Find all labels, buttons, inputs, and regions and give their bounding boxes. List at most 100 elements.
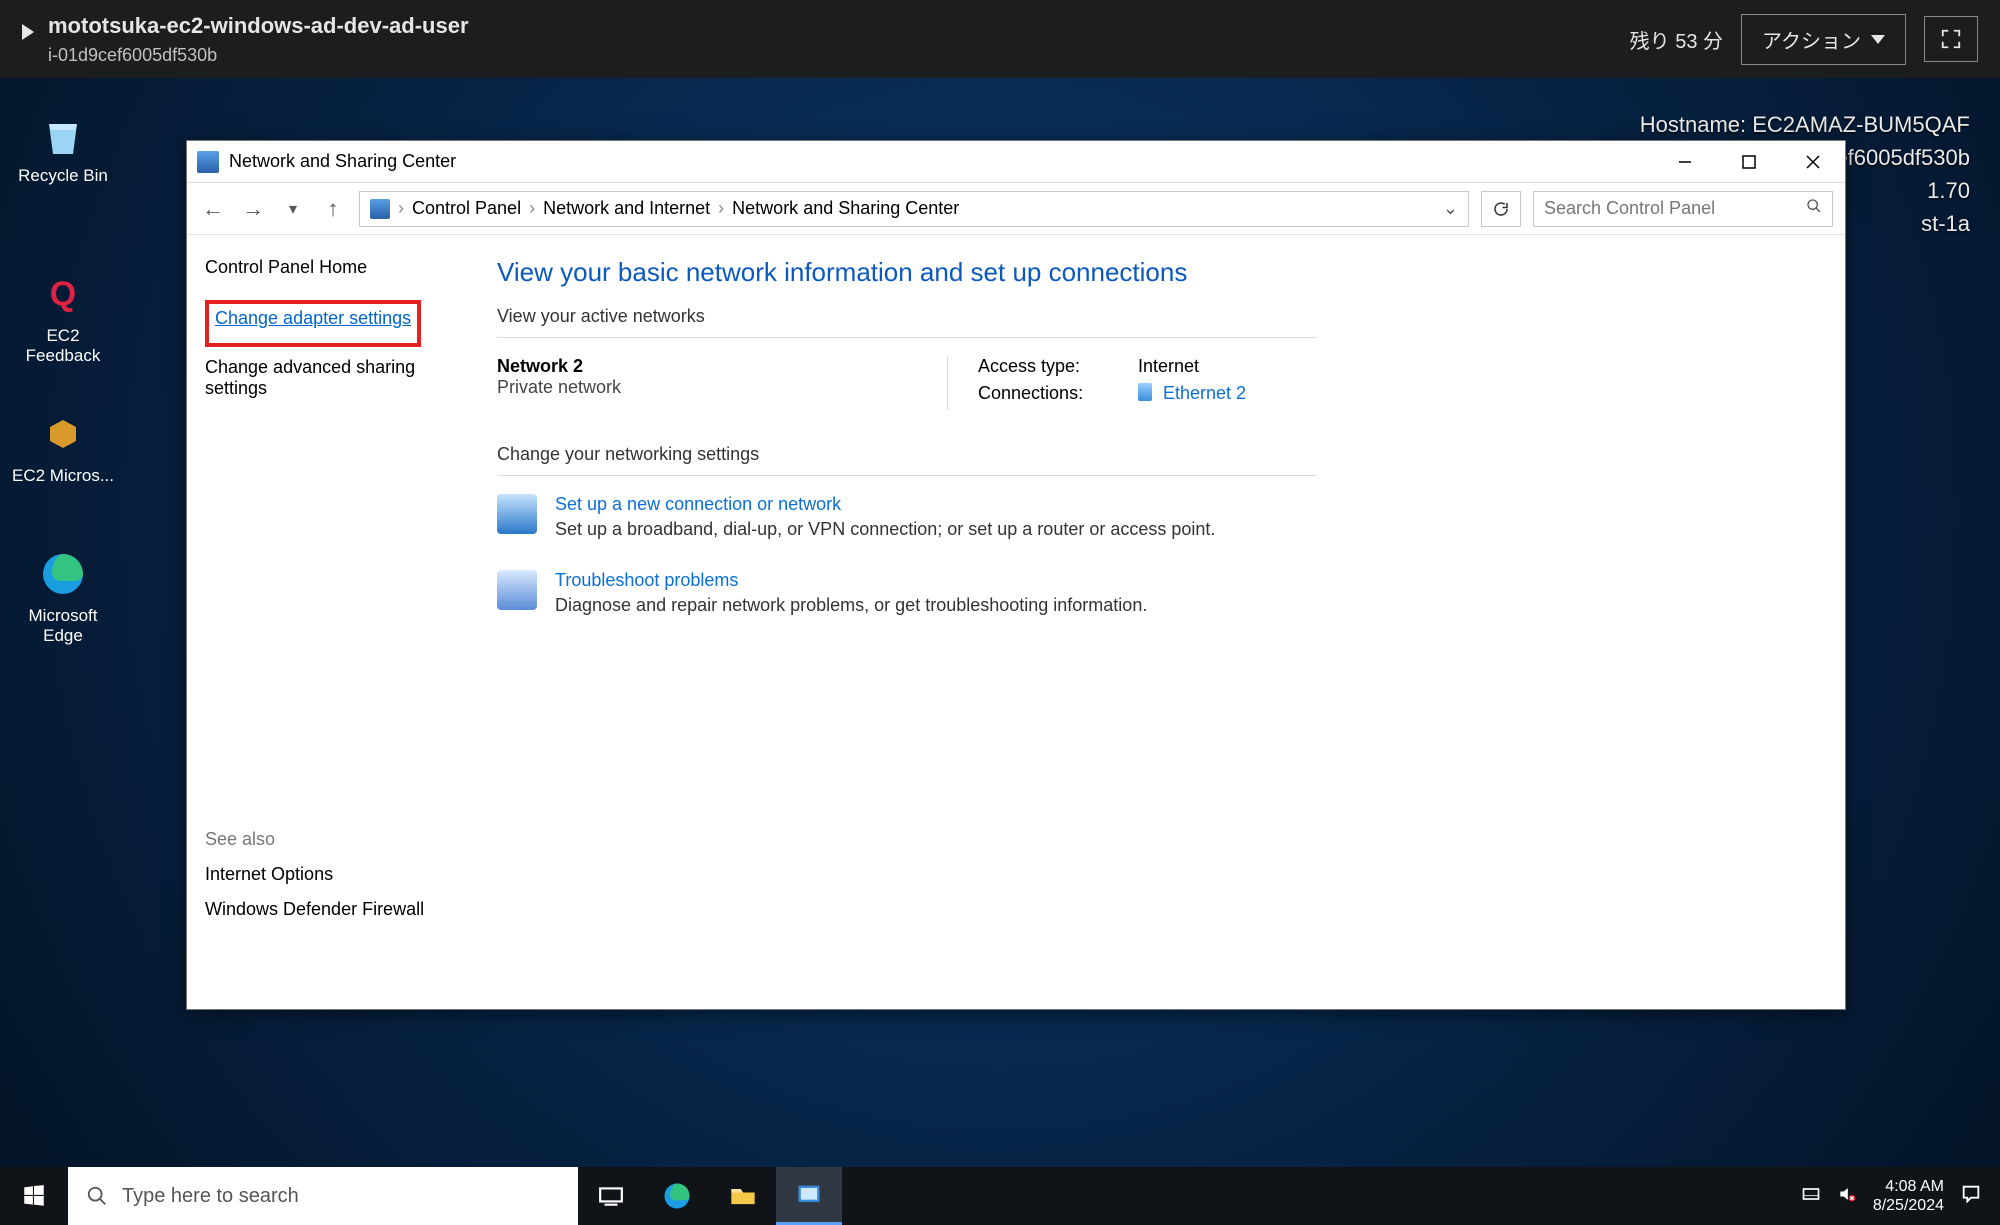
search-icon	[86, 1185, 108, 1207]
desktop-icon-label: EC2 Micros...	[8, 466, 118, 486]
search-input[interactable]: Search Control Panel	[1533, 191, 1833, 227]
active-networks-label: View your active networks	[497, 306, 1815, 327]
breadcrumb-network-internet[interactable]: Network and Internet	[543, 198, 710, 219]
breadcrumb-control-panel[interactable]: Control Panel	[412, 198, 521, 219]
desktop[interactable]: Hostname: EC2AMAZ-BUM5QAF Instance ID: i…	[0, 78, 2000, 1167]
network-name: Network 2	[497, 356, 887, 377]
tray-volume-icon[interactable]	[1837, 1184, 1857, 1209]
taskbar-control-panel[interactable]	[776, 1167, 842, 1225]
desktop-icon-label: Recycle Bin	[8, 166, 118, 186]
host-hostname: Hostname: EC2AMAZ-BUM5QAF	[1640, 108, 1970, 141]
desktop-icon-recycle-bin[interactable]: Recycle Bin	[8, 108, 118, 186]
taskbar-tray: 4:08 AM 8/25/2024	[1801, 1177, 2000, 1215]
connections-label: Connections:	[978, 383, 1118, 404]
taskbar-file-explorer[interactable]	[710, 1167, 776, 1225]
fullscreen-button[interactable]	[1924, 16, 1978, 62]
see-also-header: See also	[205, 829, 449, 850]
breadcrumb-separator-icon: ›	[529, 198, 535, 219]
q-icon: Q	[37, 268, 89, 320]
control-panel-icon	[795, 1181, 823, 1209]
task-view-button[interactable]	[578, 1167, 644, 1225]
sidebar-control-panel-home[interactable]: Control Panel Home	[205, 257, 449, 278]
network-sharing-center-window: Network and Sharing Center ← → ▾ ↑ ›	[186, 140, 1846, 1010]
desktop-icon-ec2-microsoft[interactable]: EC2 Micros...	[8, 408, 118, 486]
nav-recent-button[interactable]: ▾	[279, 199, 307, 219]
taskbar-time: 4:08 AM	[1873, 1177, 1944, 1196]
control-panel-icon	[370, 199, 390, 219]
option-description: Set up a broadband, dial-up, or VPN conn…	[555, 519, 1215, 540]
actions-button[interactable]: アクション	[1741, 14, 1906, 65]
divider	[497, 337, 1317, 338]
sidebar-change-adapter-settings[interactable]: Change adapter settings	[215, 308, 411, 329]
page-heading: View your basic network information and …	[497, 257, 1815, 288]
taskbar-pinned	[578, 1167, 842, 1225]
nav-forward-button[interactable]: →	[239, 196, 267, 222]
taskbar-date: 8/25/2024	[1873, 1196, 1944, 1215]
fullscreen-icon	[1940, 28, 1962, 50]
desktop-icon-label: EC2 Feedback	[8, 326, 118, 366]
close-icon	[1806, 155, 1820, 169]
sidebar: Control Panel Home Change adapter settin…	[187, 235, 467, 1009]
active-network-row: Network 2 Private network Access type: I…	[497, 356, 1815, 410]
highlight-box: Change adapter settings	[205, 300, 421, 347]
edge-icon	[662, 1181, 692, 1211]
maximize-icon	[1742, 155, 1756, 169]
nav-back-button[interactable]: ←	[199, 196, 227, 222]
address-dropdown-button[interactable]: ⌄	[1443, 198, 1458, 219]
session-title: mototsuka-ec2-windows-ad-dev-ad-user	[48, 12, 469, 41]
connection-wizard-icon	[497, 494, 537, 534]
desktop-icon-edge[interactable]: Microsoft Edge	[8, 548, 118, 646]
session-instance-id: i-01d9cef6005df530b	[48, 45, 469, 66]
session-timer: 残り 53 分	[1630, 25, 1723, 54]
breadcrumb-separator-icon: ›	[398, 198, 404, 219]
refresh-button[interactable]	[1481, 191, 1521, 227]
network-type: Private network	[497, 377, 621, 397]
edge-icon	[37, 548, 89, 600]
control-panel-icon	[197, 151, 219, 173]
recycle-bin-icon	[37, 108, 89, 160]
taskbar-search[interactable]: Type here to search	[68, 1167, 578, 1225]
nav-up-button[interactable]: ↑	[319, 196, 347, 222]
option-troubleshoot[interactable]: Troubleshoot problems Diagnose and repai…	[497, 570, 1815, 616]
folder-icon	[729, 1182, 757, 1210]
box-icon	[37, 408, 89, 460]
option-setup-connection[interactable]: Set up a new connection or network Set u…	[497, 494, 1815, 540]
start-button[interactable]	[0, 1167, 68, 1225]
search-placeholder: Search Control Panel	[1544, 198, 1715, 219]
change-settings-label: Change your networking settings	[497, 444, 1815, 465]
task-view-icon	[598, 1183, 624, 1209]
tray-action-center-icon[interactable]	[1960, 1183, 1982, 1210]
divider	[497, 475, 1317, 476]
session-bar: mototsuka-ec2-windows-ad-dev-ad-user i-0…	[0, 0, 2000, 78]
maximize-button[interactable]	[1717, 141, 1781, 183]
ethernet-icon	[1138, 383, 1152, 401]
play-icon	[22, 24, 34, 40]
access-type-label: Access type:	[978, 356, 1118, 377]
address-bar[interactable]: › Control Panel › Network and Internet ›…	[359, 191, 1469, 227]
minimize-button[interactable]	[1653, 141, 1717, 183]
minimize-icon	[1678, 155, 1692, 169]
search-icon	[1806, 198, 1822, 219]
option-description: Diagnose and repair network problems, or…	[555, 595, 1147, 616]
taskbar-clock[interactable]: 4:08 AM 8/25/2024	[1873, 1177, 1944, 1215]
close-button[interactable]	[1781, 141, 1845, 183]
address-bar-row: ← → ▾ ↑ › Control Panel › Network and In…	[187, 183, 1845, 235]
access-type-value: Internet	[1138, 356, 1199, 377]
taskbar-edge[interactable]	[644, 1167, 710, 1225]
breadcrumb-separator-icon: ›	[718, 198, 724, 219]
option-title: Troubleshoot problems	[555, 570, 1147, 591]
breadcrumb-network-sharing[interactable]: Network and Sharing Center	[732, 198, 959, 219]
desktop-icon-label: Microsoft Edge	[8, 606, 118, 646]
taskbar: Type here to search 4:08 AM 8/25/2024	[0, 1167, 2000, 1225]
sidebar-change-advanced-sharing[interactable]: Change advanced sharing settings	[205, 357, 449, 399]
see-also-defender-firewall[interactable]: Windows Defender Firewall	[205, 899, 449, 920]
chevron-down-icon	[1871, 35, 1885, 44]
see-also-section: See also Internet Options Windows Defend…	[205, 829, 449, 920]
tray-network-icon[interactable]	[1801, 1184, 1821, 1209]
window-titlebar[interactable]: Network and Sharing Center	[187, 141, 1845, 183]
connection-link[interactable]: Ethernet 2	[1163, 383, 1246, 403]
main-content: View your basic network information and …	[467, 235, 1845, 1009]
see-also-internet-options[interactable]: Internet Options	[205, 864, 449, 885]
desktop-icon-ec2-feedback[interactable]: Q EC2 Feedback	[8, 268, 118, 366]
actions-button-label: アクション	[1762, 25, 1861, 54]
